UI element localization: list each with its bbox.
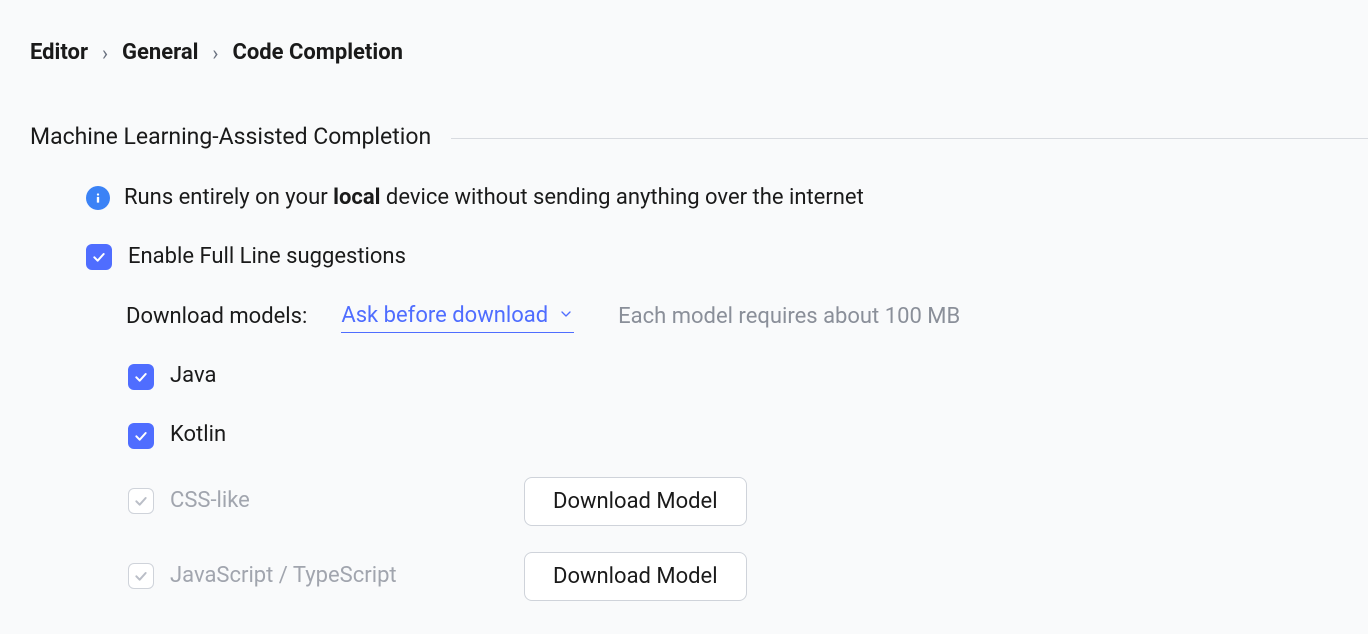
download-models-row: Download models: Ask before download Eac…: [0, 273, 1368, 334]
lang-checkbox-java[interactable]: [128, 364, 154, 390]
lang-label-js-ts: JavaScript / TypeScript: [170, 561, 397, 592]
download-models-label: Download models:: [126, 302, 307, 333]
info-banner: Runs entirely on your local device witho…: [0, 153, 1368, 214]
lang-label-java: Java: [170, 361, 216, 392]
section-divider: [451, 138, 1368, 139]
chevron-down-icon: [558, 301, 574, 332]
info-text-bold: local: [333, 185, 380, 210]
enable-full-line-row: Enable Full Line suggestions: [0, 214, 1368, 273]
info-icon: [86, 186, 110, 210]
enable-full-line-checkbox[interactable]: [86, 244, 112, 270]
lang-label-kotlin: Kotlin: [170, 420, 226, 451]
lang-row-kotlin: Kotlin: [0, 392, 1368, 451]
chevron-right-icon: ›: [212, 39, 218, 67]
breadcrumb-editor[interactable]: Editor: [30, 38, 88, 69]
download-model-button-js-ts[interactable]: Download Model: [524, 552, 747, 601]
section-title: Machine Learning-Assisted Completion: [30, 121, 431, 153]
info-text-before: Runs entirely on your: [124, 185, 333, 210]
lang-checkbox-css-like: [128, 488, 154, 514]
lang-checkbox-js-ts: [128, 563, 154, 589]
lang-row-java: Java: [0, 333, 1368, 392]
download-models-hint: Each model requires about 100 MB: [618, 302, 960, 333]
lang-row-css-like: CSS-like Download Model: [0, 451, 1368, 526]
breadcrumb: Editor › General › Code Completion: [0, 0, 1368, 69]
download-models-dropdown[interactable]: Ask before download: [341, 301, 574, 334]
breadcrumb-code-completion: Code Completion: [232, 38, 403, 69]
download-models-value: Ask before download: [341, 301, 548, 332]
lang-row-js-ts: JavaScript / TypeScript Download Model: [0, 526, 1368, 601]
chevron-right-icon: ›: [102, 39, 108, 67]
enable-full-line-label: Enable Full Line suggestions: [128, 242, 406, 273]
breadcrumb-general[interactable]: General: [122, 38, 198, 69]
lang-label-css-like: CSS-like: [170, 486, 250, 517]
info-text-after: device without sending anything over the…: [380, 185, 863, 210]
lang-checkbox-kotlin[interactable]: [128, 423, 154, 449]
download-model-button-css-like[interactable]: Download Model: [524, 477, 747, 526]
info-text: Runs entirely on your local device witho…: [124, 183, 864, 214]
section-header: Machine Learning-Assisted Completion: [0, 121, 1368, 153]
